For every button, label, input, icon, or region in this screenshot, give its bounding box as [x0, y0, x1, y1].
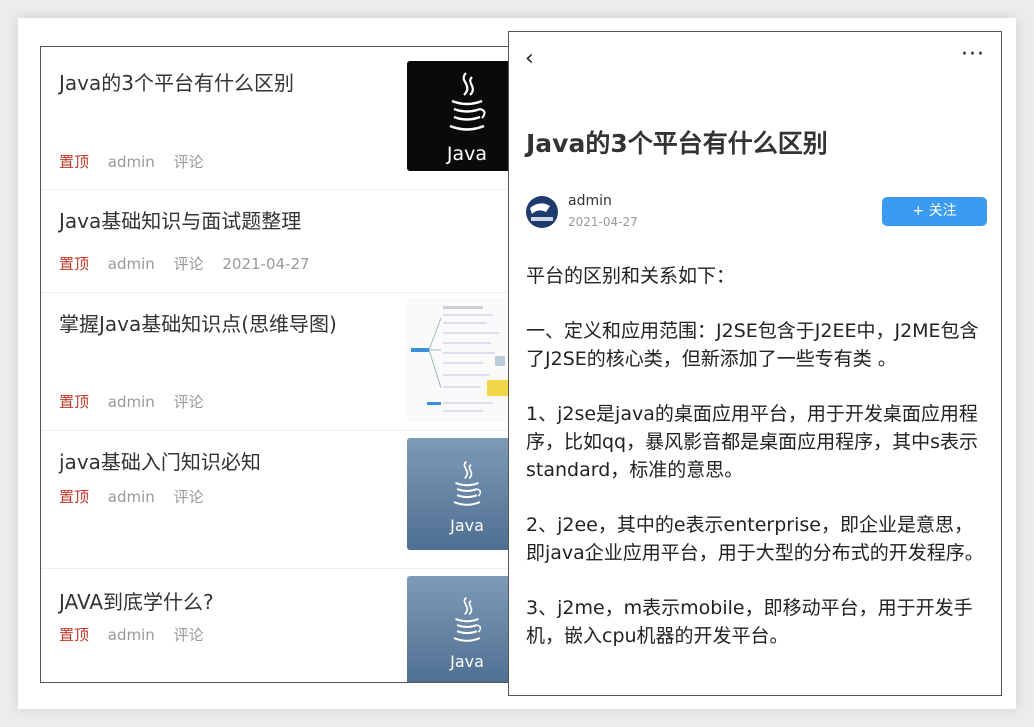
article-author[interactable]: admin — [108, 488, 155, 506]
list-item[interactable]: 掌握Java基础知识点(思维导图) 置顶 admin 评论 — [41, 292, 521, 431]
java-logo-icon: Java — [407, 71, 521, 165]
article-title[interactable]: 掌握Java基础知识点(思维导图) — [59, 308, 337, 337]
article-title[interactable]: Java的3个平台有什么区别 — [59, 67, 294, 96]
pinned-badge: 置顶 — [59, 153, 90, 171]
list-item[interactable]: java基础入门知识必知 置顶 admin 评论 Java — [41, 430, 521, 569]
comment-link[interactable]: 评论 — [174, 153, 204, 171]
article-date: 2021-04-27 — [222, 255, 310, 273]
paragraph: 平台的区别和关系如下： — [526, 265, 736, 287]
java-logo-icon: Java — [407, 460, 521, 535]
article-thumbnail[interactable]: Java — [407, 61, 521, 171]
java-wordmark: Java — [446, 143, 488, 165]
article-meta: 置顶 admin 评论 2021-04-27 — [59, 253, 324, 274]
comment-link[interactable]: 评论 — [174, 255, 204, 273]
article-list: Java的3个平台有什么区别 置顶 admin 评论 Java Java基础知识… — [40, 46, 522, 683]
list-item[interactable]: JAVA到底学什么? 置顶 admin 评论 Java — [41, 568, 521, 682]
article-author[interactable]: admin — [108, 255, 155, 273]
pinned-badge: 置顶 — [59, 393, 90, 411]
mindmap-thumbnail[interactable] — [407, 298, 521, 422]
page-title: Java的3个平台有什么区别 — [526, 129, 828, 158]
pinned-badge: 置顶 — [59, 626, 90, 644]
article-meta: 置顶 admin 评论 — [59, 624, 218, 645]
paragraph: 1、j2se是java的桌面应用平台，用于开发桌面应用程序，比如qq，暴风影音都… — [526, 403, 979, 481]
publish-date: 2021-04-27 — [568, 215, 638, 229]
article-title[interactable]: java基础入门知识必知 — [59, 446, 261, 475]
article-meta: 置顶 admin 评论 — [59, 151, 218, 172]
pinned-badge: 置顶 — [59, 255, 90, 273]
follow-button[interactable]: + 关注 — [882, 197, 987, 226]
article-author[interactable]: admin — [108, 393, 155, 411]
article-author[interactable]: admin — [108, 153, 155, 171]
pinned-badge: 置顶 — [59, 488, 90, 506]
mindmap-icon — [411, 306, 513, 412]
list-item[interactable]: Java的3个平台有什么区别 置顶 admin 评论 Java — [41, 47, 521, 190]
java-logo-icon: Java — [407, 596, 521, 671]
article-detail: ‹ ··· Java的3个平台有什么区别 admin 2021-04-27 + … — [508, 31, 1002, 696]
avatar[interactable] — [526, 196, 558, 228]
java-wordmark: Java — [450, 652, 484, 671]
article-meta: 置顶 admin 评论 — [59, 486, 218, 507]
comment-link[interactable]: 评论 — [174, 393, 204, 411]
article-meta: 置顶 admin 评论 — [59, 391, 218, 412]
more-icon[interactable]: ··· — [961, 42, 985, 67]
paragraph: 一、定义和应用范围：J2SE包含于J2EE中，J2ME包含了J2SE的核心类，但… — [526, 320, 979, 370]
article-title[interactable]: JAVA到底学什么? — [59, 586, 214, 615]
comment-link[interactable]: 评论 — [174, 626, 204, 644]
article-body: 平台的区别和关系如下： 一、定义和应用范围：J2SE包含于J2EE中，J2ME包… — [526, 262, 988, 677]
article-thumbnail[interactable]: Java — [407, 438, 521, 550]
article-thumbnail[interactable]: Java — [407, 576, 521, 682]
list-item[interactable]: Java基础知识与面试题整理 置顶 admin 评论 2021-04-27 — [41, 189, 521, 293]
paragraph: 3、j2me，m表示mobile，即移动平台，用于开发手机，嵌入cpu机器的开发… — [526, 597, 973, 647]
paragraph: 2、j2ee，其中的e表示enterprise，即企业是意思，即java企业应用… — [526, 514, 984, 564]
back-icon[interactable]: ‹ — [525, 46, 534, 71]
article-title[interactable]: Java基础知识与面试题整理 — [59, 205, 301, 234]
article-author[interactable]: admin — [108, 626, 155, 644]
java-wordmark: Java — [450, 516, 484, 535]
author-name[interactable]: admin — [568, 193, 612, 209]
comment-link[interactable]: 评论 — [174, 488, 204, 506]
